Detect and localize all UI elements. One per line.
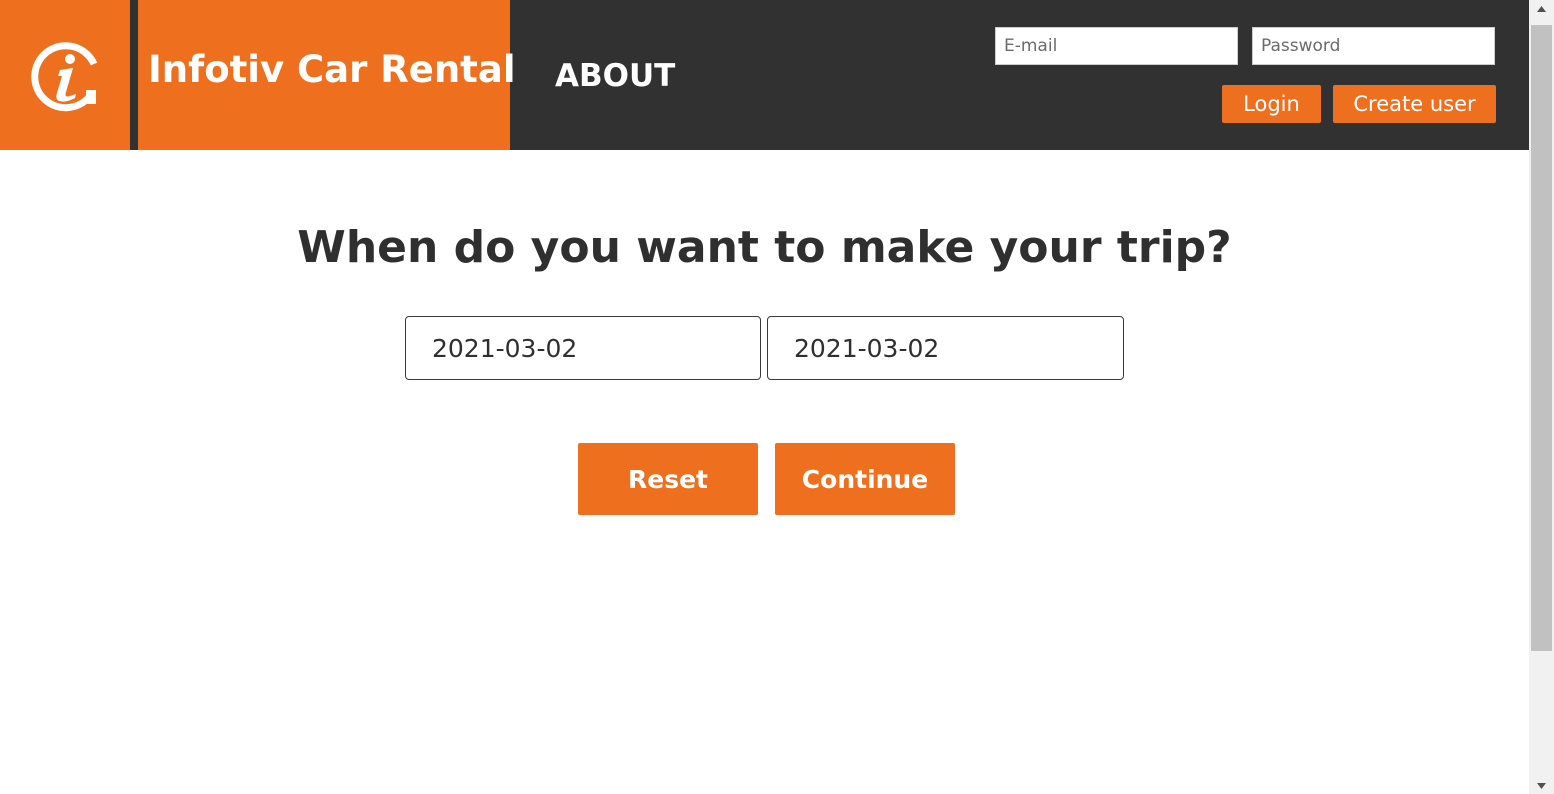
password-input[interactable] <box>1252 27 1495 65</box>
brand-divider <box>130 0 138 150</box>
reset-button[interactable]: Reset <box>578 443 758 515</box>
email-input[interactable] <box>995 27 1238 65</box>
site-header: Infotiv Car Rental ABOUT Login Create us… <box>0 0 1529 150</box>
vertical-scrollbar[interactable] <box>1529 0 1554 794</box>
page-title: When do you want to make your trip? <box>297 222 1232 273</box>
nav-about-link[interactable]: ABOUT <box>555 58 675 94</box>
brand-block: Infotiv Car Rental <box>0 0 516 150</box>
infotiv-logo-icon[interactable] <box>30 40 102 112</box>
create-user-button[interactable]: Create user <box>1333 85 1496 123</box>
chevron-up-icon[interactable] <box>1529 0 1554 17</box>
start-date-input[interactable] <box>405 316 761 380</box>
chevron-down-icon[interactable] <box>1529 777 1554 794</box>
brand-title[interactable]: Infotiv Car Rental <box>148 48 516 91</box>
continue-button[interactable]: Continue <box>775 443 955 515</box>
scrollbar-thumb[interactable] <box>1531 25 1552 651</box>
page: Infotiv Car Rental ABOUT Login Create us… <box>0 0 1554 794</box>
end-date-input[interactable] <box>767 316 1124 380</box>
login-button[interactable]: Login <box>1222 85 1321 123</box>
